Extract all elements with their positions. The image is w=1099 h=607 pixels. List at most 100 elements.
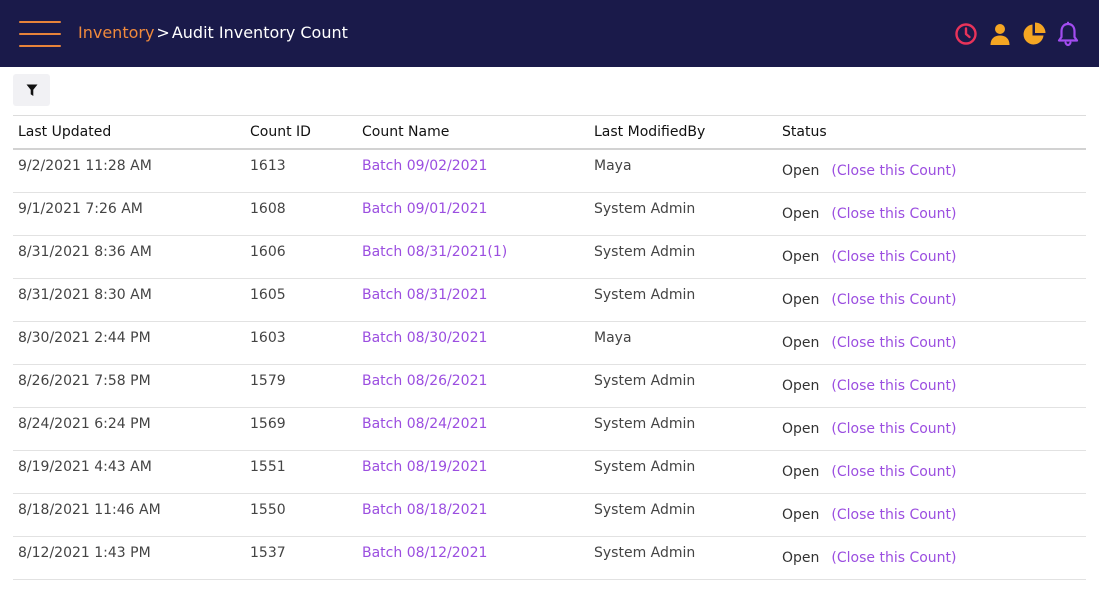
- status-cell: Open (Close this Count): [782, 550, 957, 566]
- status-text: Open: [782, 206, 820, 222]
- page-title: Audit Inventory Count: [171, 23, 348, 42]
- count-name-link[interactable]: Batch 08/31/2021: [362, 287, 487, 303]
- count-name-link[interactable]: Batch 08/18/2021: [362, 502, 487, 518]
- close-count-link[interactable]: (Close this Count): [831, 421, 956, 437]
- status-text: Open: [782, 421, 820, 437]
- count-id-cell: 1613: [250, 158, 286, 174]
- last-updated-cell: 8/26/2021 7:58 PM: [18, 373, 151, 389]
- close-count-link[interactable]: (Close this Count): [831, 206, 956, 222]
- table-row: 8/19/2021 4:43 AM 1551 Batch 08/19/2021 …: [13, 451, 1086, 494]
- last-updated-cell: 9/2/2021 11:28 AM: [18, 158, 152, 174]
- last-updated-cell: 8/31/2021 8:30 AM: [18, 287, 152, 303]
- modified-by-cell: Maya: [594, 330, 632, 346]
- modified-by-cell: System Admin: [594, 459, 696, 475]
- table-row: 8/30/2021 2:44 PM 1603 Batch 08/30/2021 …: [13, 322, 1086, 365]
- count-id-cell: 1608: [250, 201, 286, 217]
- last-updated-cell: 8/30/2021 2:44 PM: [18, 330, 151, 346]
- count-name-link[interactable]: Batch 08/19/2021: [362, 459, 487, 475]
- count-name-link[interactable]: Batch 08/26/2021: [362, 373, 487, 389]
- count-name-link[interactable]: Batch 09/02/2021: [362, 158, 487, 174]
- table-row: 9/2/2021 11:28 AM 1613 Batch 09/02/2021 …: [13, 150, 1086, 193]
- modified-by-cell: System Admin: [594, 545, 696, 561]
- status-cell: Open (Close this Count): [782, 292, 957, 308]
- table-row: 8/18/2021 11:46 AM 1550 Batch 08/18/2021…: [13, 494, 1086, 537]
- close-count-link[interactable]: (Close this Count): [831, 550, 956, 566]
- breadcrumb: Inventory > Audit Inventory Count: [78, 23, 348, 43]
- column-header-status[interactable]: Status: [782, 124, 827, 140]
- table-row: 8/31/2021 8:36 AM 1606 Batch 08/31/2021(…: [13, 236, 1086, 279]
- status-cell: Open (Close this Count): [782, 507, 957, 523]
- modified-by-cell: System Admin: [594, 373, 696, 389]
- close-count-link[interactable]: (Close this Count): [831, 292, 956, 308]
- table-row: 8/26/2021 7:58 PM 1579 Batch 08/26/2021 …: [13, 365, 1086, 408]
- count-id-cell: 1606: [250, 244, 286, 260]
- last-updated-cell: 8/18/2021 11:46 AM: [18, 502, 161, 518]
- pie-chart-icon[interactable]: [1021, 21, 1047, 47]
- hamburger-menu-icon[interactable]: [19, 21, 61, 47]
- audit-count-table: Last Updated Count ID Count Name Last Mo…: [13, 115, 1086, 580]
- filter-icon: [26, 84, 37, 96]
- modified-by-cell: System Admin: [594, 502, 696, 518]
- status-cell: Open (Close this Count): [782, 335, 957, 351]
- filter-button[interactable]: [13, 74, 50, 106]
- count-id-cell: 1605: [250, 287, 286, 303]
- column-header-count-name[interactable]: Count Name: [362, 124, 449, 140]
- last-updated-cell: 8/24/2021 6:24 PM: [18, 416, 151, 432]
- status-text: Open: [782, 335, 820, 351]
- modified-by-cell: System Admin: [594, 416, 696, 432]
- count-name-link[interactable]: Batch 08/12/2021: [362, 545, 487, 561]
- last-updated-cell: 8/19/2021 4:43 AM: [18, 459, 152, 475]
- status-text: Open: [782, 464, 820, 480]
- clock-icon[interactable]: [953, 21, 979, 47]
- table-row: 9/1/2021 7:26 AM 1608 Batch 09/01/2021 S…: [13, 193, 1086, 236]
- column-header-last-updated[interactable]: Last Updated: [18, 124, 111, 140]
- close-count-link[interactable]: (Close this Count): [831, 507, 956, 523]
- count-name-link[interactable]: Batch 09/01/2021: [362, 201, 487, 217]
- status-cell: Open (Close this Count): [782, 378, 957, 394]
- breadcrumb-inventory-link[interactable]: Inventory: [78, 23, 154, 42]
- count-id-cell: 1550: [250, 502, 286, 518]
- table-row: 8/12/2021 1:43 PM 1537 Batch 08/12/2021 …: [13, 537, 1086, 580]
- table-header: Last Updated Count ID Count Name Last Mo…: [13, 116, 1086, 150]
- table-row: 8/24/2021 6:24 PM 1569 Batch 08/24/2021 …: [13, 408, 1086, 451]
- hamburger-line: [19, 33, 61, 35]
- modified-by-cell: System Admin: [594, 244, 696, 260]
- count-name-link[interactable]: Batch 08/30/2021: [362, 330, 487, 346]
- status-cell: Open (Close this Count): [782, 464, 957, 480]
- hamburger-line: [19, 45, 61, 47]
- close-count-link[interactable]: (Close this Count): [831, 163, 956, 179]
- status-text: Open: [782, 507, 820, 523]
- status-cell: Open (Close this Count): [782, 249, 957, 265]
- status-cell: Open (Close this Count): [782, 163, 957, 179]
- count-name-link[interactable]: Batch 08/31/2021(1): [362, 244, 507, 260]
- modified-by-cell: System Admin: [594, 201, 696, 217]
- close-count-link[interactable]: (Close this Count): [831, 335, 956, 351]
- count-name-link[interactable]: Batch 08/24/2021: [362, 416, 487, 432]
- status-text: Open: [782, 378, 820, 394]
- count-id-cell: 1551: [250, 459, 286, 475]
- user-icon[interactable]: [987, 21, 1013, 47]
- close-count-link[interactable]: (Close this Count): [831, 249, 956, 265]
- status-text: Open: [782, 292, 820, 308]
- top-bar: Inventory > Audit Inventory Count: [0, 0, 1099, 67]
- column-header-count-id[interactable]: Count ID: [250, 124, 311, 140]
- modified-by-cell: System Admin: [594, 287, 696, 303]
- count-id-cell: 1579: [250, 373, 286, 389]
- count-id-cell: 1537: [250, 545, 286, 561]
- status-cell: Open (Close this Count): [782, 421, 957, 437]
- close-count-link[interactable]: (Close this Count): [831, 378, 956, 394]
- last-updated-cell: 8/12/2021 1:43 PM: [18, 545, 151, 561]
- status-text: Open: [782, 249, 820, 265]
- modified-by-cell: Maya: [594, 158, 632, 174]
- status-cell: Open (Close this Count): [782, 206, 957, 222]
- close-count-link[interactable]: (Close this Count): [831, 464, 956, 480]
- last-updated-cell: 9/1/2021 7:26 AM: [18, 201, 143, 217]
- breadcrumb-separator: >: [156, 23, 170, 42]
- column-header-last-modified-by[interactable]: Last ModifiedBy: [594, 124, 705, 140]
- last-updated-cell: 8/31/2021 8:36 AM: [18, 244, 152, 260]
- table-row: 8/31/2021 8:30 AM 1605 Batch 08/31/2021 …: [13, 279, 1086, 322]
- status-text: Open: [782, 163, 820, 179]
- status-text: Open: [782, 550, 820, 566]
- bell-icon[interactable]: [1055, 21, 1081, 47]
- top-icon-group: [953, 20, 1081, 48]
